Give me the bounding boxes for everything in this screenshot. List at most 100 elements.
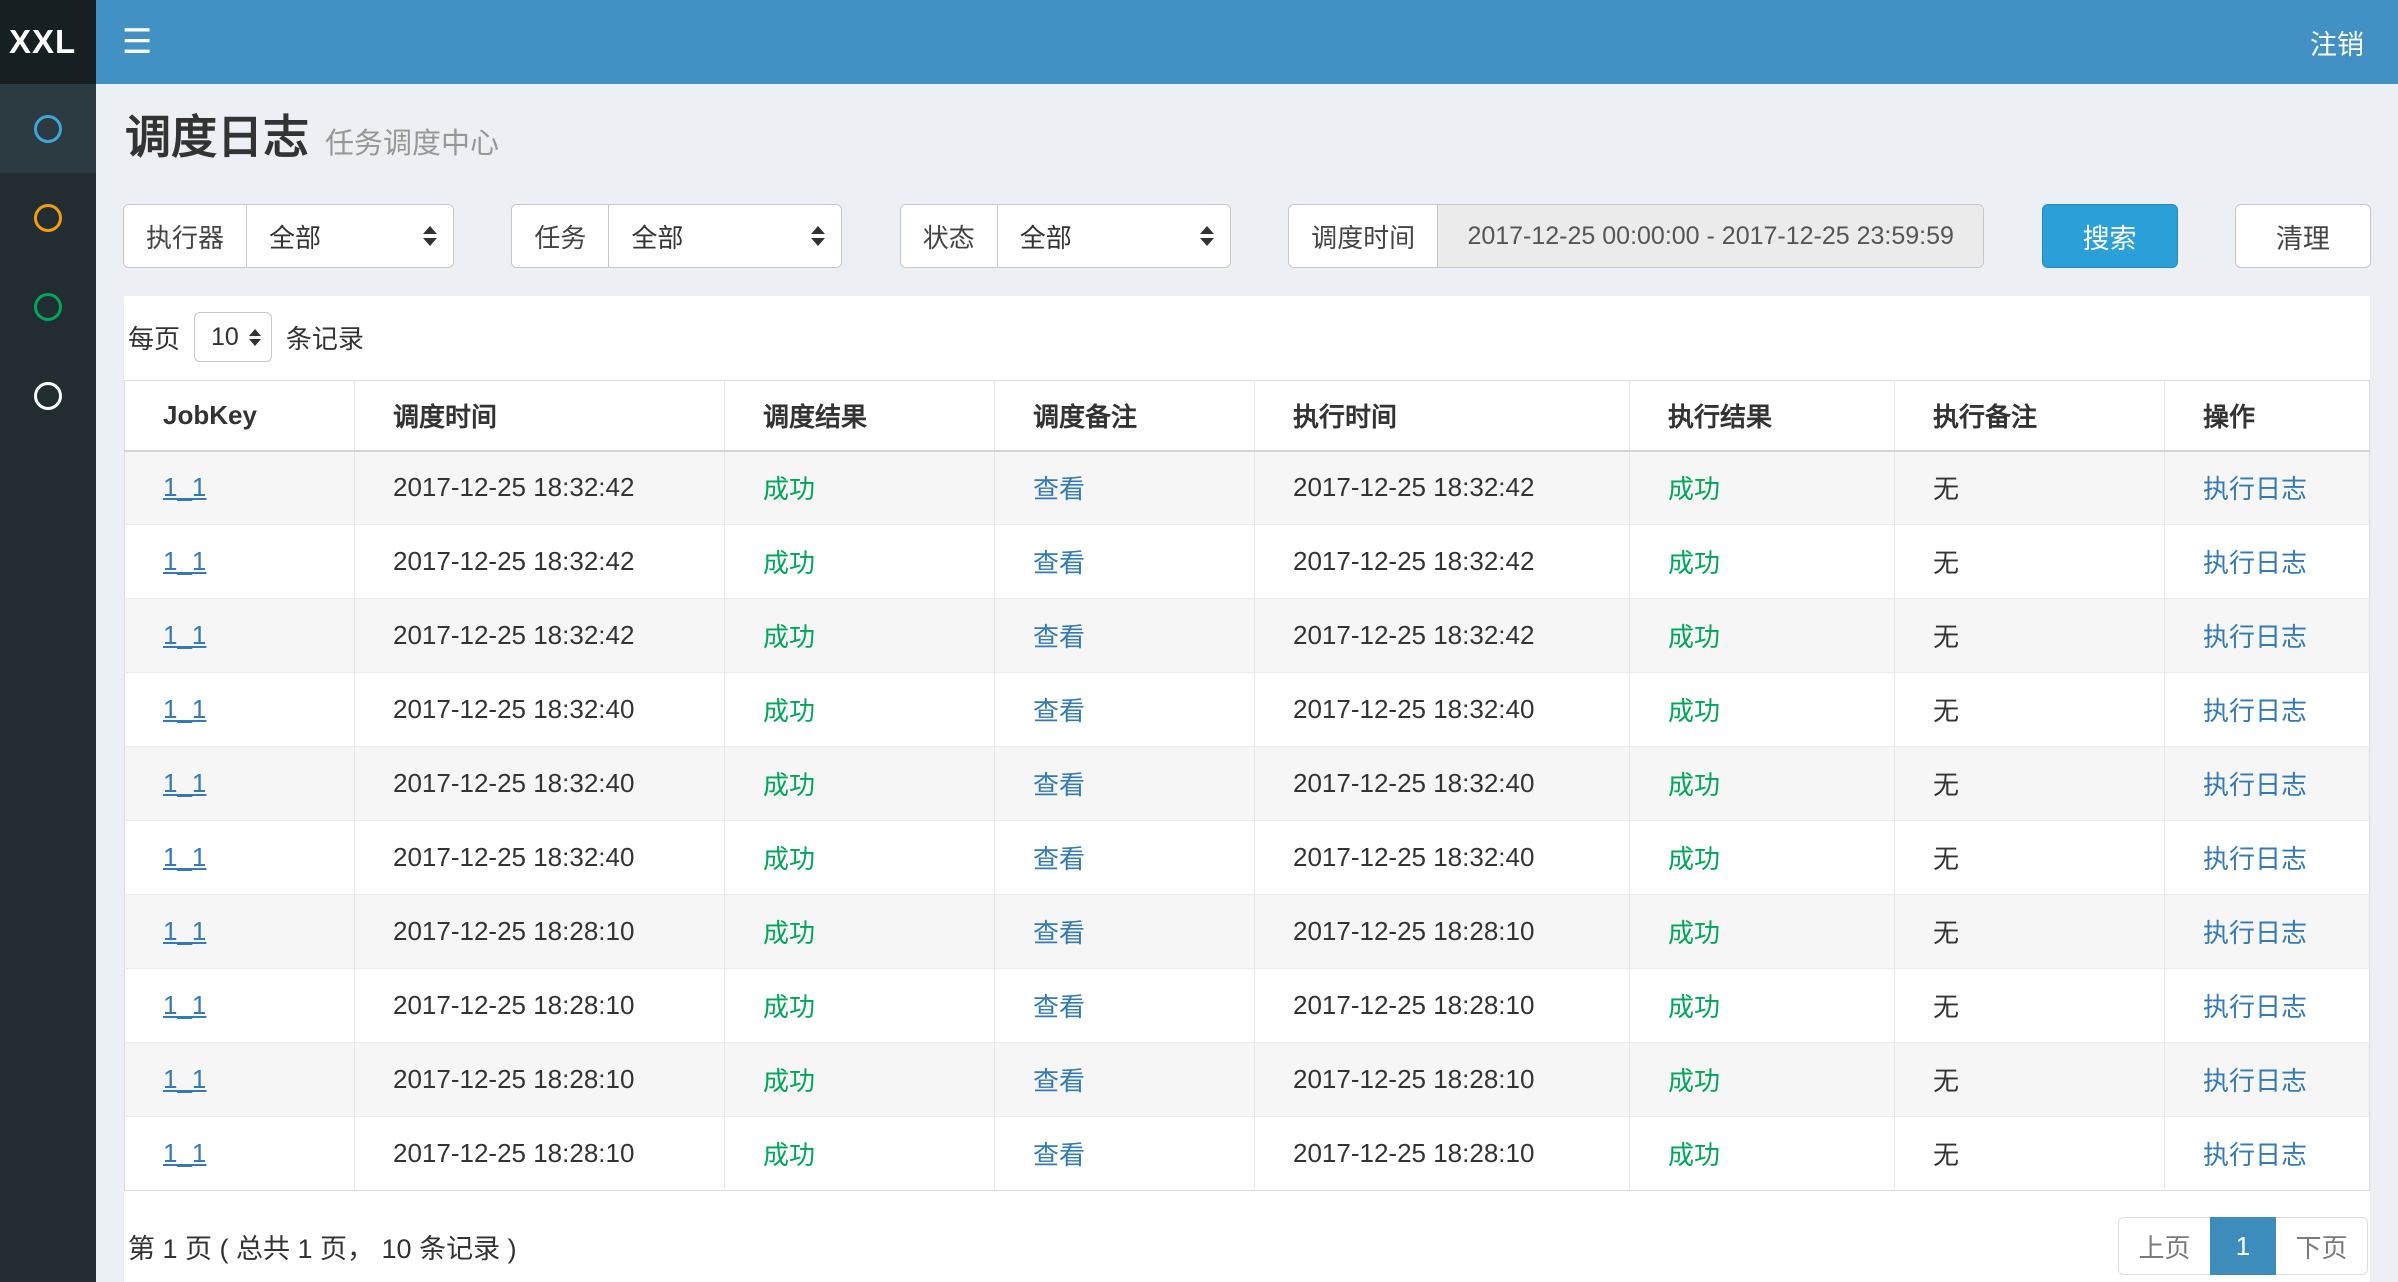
- jobkey-link[interactable]: 1_1: [163, 694, 206, 724]
- jobkey-link[interactable]: 1_1: [163, 842, 206, 872]
- logout-link[interactable]: 注销: [2310, 23, 2364, 62]
- job-filter-label: 任务: [512, 205, 609, 267]
- exec-result-text: 成功: [1668, 918, 1720, 948]
- sidebar-nav: [0, 84, 96, 1282]
- table-row: 1_1 2017-12-25 18:28:10 成功 查看 2017-12-25…: [125, 969, 2370, 1043]
- exec-time-cell: 2017-12-25 18:32:42: [1255, 525, 1630, 599]
- circle-outline-icon: [34, 382, 62, 410]
- sidebar-item-2[interactable]: [0, 173, 96, 262]
- exec-log-link[interactable]: 执行日志: [2203, 918, 2307, 948]
- dispatch-time-cell: 2017-12-25 18:28:10: [355, 969, 725, 1043]
- jobkey-link[interactable]: 1_1: [163, 620, 206, 650]
- main-content: 调度日志 任务调度中心 执行器 全部 任务 全部 状态 全部: [96, 84, 2398, 1282]
- status-select[interactable]: 全部: [998, 205, 1230, 267]
- exec-remark-cell: 无: [1895, 1043, 2165, 1117]
- jobkey-link[interactable]: 1_1: [163, 546, 206, 576]
- dispatch-remark-link[interactable]: 查看: [1033, 992, 1085, 1022]
- table-row: 1_1 2017-12-25 18:32:40 成功 查看 2017-12-25…: [125, 673, 2370, 747]
- dispatch-remark-link[interactable]: 查看: [1033, 844, 1085, 874]
- jobkey-link[interactable]: 1_1: [163, 1138, 206, 1168]
- table-row: 1_1 2017-12-25 18:28:10 成功 查看 2017-12-25…: [125, 895, 2370, 969]
- dispatch-time-cell: 2017-12-25 18:32:40: [355, 821, 725, 895]
- dispatch-remark-link[interactable]: 查看: [1033, 622, 1085, 652]
- dispatch-time-cell: 2017-12-25 18:32:42: [355, 599, 725, 673]
- exec-result-text: 成功: [1668, 1066, 1720, 1096]
- sidebar-item-1[interactable]: [0, 84, 96, 173]
- col-header-exec-result: 执行结果: [1630, 381, 1895, 451]
- select-arrows-icon: [249, 329, 261, 346]
- sidebar-item-4[interactable]: [0, 351, 96, 440]
- col-header-dispatch-remark: 调度备注: [995, 381, 1255, 451]
- dispatch-result-text: 成功: [763, 1066, 815, 1096]
- exec-result-text: 成功: [1668, 992, 1720, 1022]
- jobkey-link[interactable]: 1_1: [163, 990, 206, 1020]
- exec-remark-cell: 无: [1895, 525, 2165, 599]
- executor-select[interactable]: 全部: [247, 205, 453, 267]
- job-select[interactable]: 全部: [609, 205, 841, 267]
- exec-log-link[interactable]: 执行日志: [2203, 1066, 2307, 1096]
- dispatch-result-text: 成功: [763, 474, 815, 504]
- exec-remark-cell: 无: [1895, 451, 2165, 525]
- dispatch-remark-link[interactable]: 查看: [1033, 474, 1085, 504]
- select-arrows-icon: [423, 226, 437, 246]
- status-filter-label: 状态: [901, 205, 998, 267]
- exec-log-link[interactable]: 执行日志: [2203, 992, 2307, 1022]
- jobkey-link[interactable]: 1_1: [163, 1064, 206, 1094]
- exec-remark-cell: 无: [1895, 969, 2165, 1043]
- time-range-input[interactable]: [1438, 205, 1983, 267]
- exec-result-text: 成功: [1668, 474, 1720, 504]
- sidebar-toggle-icon[interactable]: ☰: [122, 25, 152, 59]
- job-select-value: 全部: [631, 218, 683, 255]
- exec-log-link[interactable]: 执行日志: [2203, 844, 2307, 874]
- time-filter-label: 调度时间: [1289, 205, 1438, 267]
- exec-time-cell: 2017-12-25 18:32:40: [1255, 673, 1630, 747]
- exec-log-link[interactable]: 执行日志: [2203, 770, 2307, 800]
- exec-log-link[interactable]: 执行日志: [2203, 696, 2307, 726]
- exec-log-link[interactable]: 执行日志: [2203, 622, 2307, 652]
- jobkey-link[interactable]: 1_1: [163, 916, 206, 946]
- dispatch-remark-link[interactable]: 查看: [1033, 696, 1085, 726]
- current-page-button[interactable]: 1: [2210, 1217, 2276, 1275]
- exec-remark-cell: 无: [1895, 895, 2165, 969]
- filter-toolbar: 执行器 全部 任务 全部 状态 全部 调度时间 搜索 清理: [123, 204, 2371, 268]
- next-page-button[interactable]: 下页: [2276, 1217, 2368, 1275]
- page-size-select[interactable]: 10: [194, 312, 272, 362]
- col-header-dispatch-time: 调度时间: [355, 381, 725, 451]
- dispatch-remark-link[interactable]: 查看: [1033, 1140, 1085, 1170]
- pagination: 上页 1 下页: [2118, 1217, 2368, 1275]
- col-header-exec-remark: 执行备注: [1895, 381, 2165, 451]
- jobkey-link[interactable]: 1_1: [163, 768, 206, 798]
- exec-log-link[interactable]: 执行日志: [2203, 1140, 2307, 1170]
- log-table-box: 每页 10 条记录 JobKey 调度时间 调度结果 调度备注 执行时间 执行结…: [124, 296, 2370, 1282]
- dispatch-remark-link[interactable]: 查看: [1033, 918, 1085, 948]
- dispatch-remark-link[interactable]: 查看: [1033, 1066, 1085, 1096]
- dispatch-result-text: 成功: [763, 622, 815, 652]
- exec-log-link[interactable]: 执行日志: [2203, 474, 2307, 504]
- exec-remark-cell: 无: [1895, 673, 2165, 747]
- navbar-main: ☰ 注销: [96, 0, 2398, 84]
- dispatch-result-text: 成功: [763, 1140, 815, 1170]
- status-filter-group: 状态 全部: [900, 204, 1231, 268]
- search-button[interactable]: 搜索: [2042, 204, 2178, 268]
- exec-result-text: 成功: [1668, 696, 1720, 726]
- page-title: 调度日志: [125, 108, 309, 166]
- dispatch-time-cell: 2017-12-25 18:28:10: [355, 895, 725, 969]
- dispatch-result-text: 成功: [763, 770, 815, 800]
- table-row: 1_1 2017-12-25 18:32:42 成功 查看 2017-12-25…: [125, 599, 2370, 673]
- exec-log-link[interactable]: 执行日志: [2203, 548, 2307, 578]
- dispatch-remark-link[interactable]: 查看: [1033, 548, 1085, 578]
- dispatch-result-text: 成功: [763, 992, 815, 1022]
- dispatch-time-cell: 2017-12-25 18:28:10: [355, 1043, 725, 1117]
- table-row: 1_1 2017-12-25 18:32:42 成功 查看 2017-12-25…: [125, 525, 2370, 599]
- exec-remark-cell: 无: [1895, 821, 2165, 895]
- table-row: 1_1 2017-12-25 18:32:40 成功 查看 2017-12-25…: [125, 747, 2370, 821]
- clear-button[interactable]: 清理: [2235, 204, 2371, 268]
- dispatch-remark-link[interactable]: 查看: [1033, 770, 1085, 800]
- prev-page-button[interactable]: 上页: [2118, 1217, 2210, 1275]
- page-header: 调度日志 任务调度中心: [125, 108, 2369, 166]
- jobkey-link[interactable]: 1_1: [163, 472, 206, 502]
- sidebar-item-3[interactable]: [0, 262, 96, 351]
- executor-select-value: 全部: [269, 218, 321, 255]
- circle-outline-icon: [34, 293, 62, 321]
- dispatch-time-cell: 2017-12-25 18:28:10: [355, 1117, 725, 1191]
